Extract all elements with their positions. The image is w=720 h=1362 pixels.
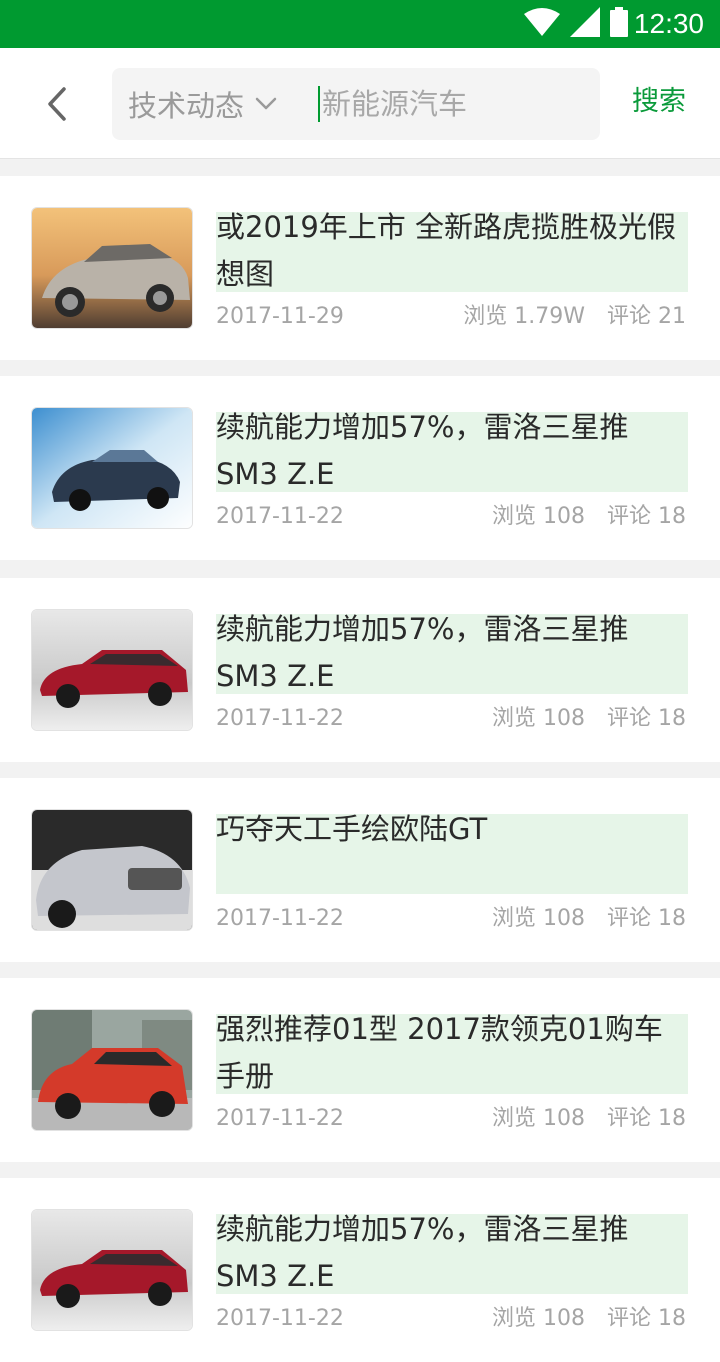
article-comments: 评论 18 — [607, 1306, 686, 1331]
article-title: 强烈推荐01型 2017款领克01购车手册 — [216, 1012, 663, 1093]
wifi-icon — [524, 8, 560, 40]
article-comments: 评论 18 — [607, 706, 686, 731]
article-card[interactable]: 或2019年上市 全新路虎揽胜极光假想图 2017-11-29 浏览 1.79W… — [0, 176, 720, 360]
chevron-left-icon — [48, 87, 66, 121]
status-time: 12:30 — [633, 8, 704, 39]
article-meta: 浏览 108 评论 18 — [492, 1304, 686, 1334]
article-thumbnail — [31, 207, 193, 329]
article-date: 2017-11-22 — [216, 906, 344, 931]
article-card[interactable]: 续航能力增加57%，雷洛三星推SM3 Z.E 2017-11-22 浏览 108… — [0, 376, 720, 560]
article-card[interactable]: 强烈推荐01型 2017款领克01购车手册 2017-11-22 浏览 108 … — [0, 978, 720, 1162]
article-thumbnail — [31, 809, 193, 931]
article-title: 巧夺天工手绘欧陆GT — [216, 812, 488, 846]
article-date: 2017-11-22 — [216, 1306, 344, 1331]
battery-icon — [610, 7, 628, 41]
article-date: 2017-11-22 — [216, 706, 344, 731]
article-thumbnail — [31, 407, 193, 529]
article-comments: 评论 18 — [607, 1106, 686, 1131]
article-card[interactable]: 续航能力增加57%，雷洛三星推SM3 Z.E 2017-11-22 浏览 108… — [0, 1178, 720, 1362]
article-meta: 浏览 108 评论 18 — [492, 502, 686, 532]
article-meta: 浏览 108 评论 18 — [492, 704, 686, 734]
chevron-down-icon — [255, 97, 277, 110]
article-card[interactable]: 续航能力增加57%，雷洛三星推SM3 Z.E 2017-11-22 浏览 108… — [0, 578, 720, 762]
category-dropdown[interactable]: 技术动态 — [128, 68, 278, 140]
search-header: 技术动态 搜索 — [0, 48, 720, 159]
article-views: 浏览 108 — [492, 1106, 585, 1131]
article-title: 续航能力增加57%，雷洛三星推SM3 Z.E — [216, 612, 629, 693]
search-box: 技术动态 — [112, 68, 600, 140]
article-views: 浏览 108 — [492, 504, 585, 529]
status-bar: 12:30 — [0, 0, 720, 48]
article-views: 浏览 108 — [492, 906, 585, 931]
search-button[interactable]: 搜索 — [632, 82, 686, 122]
article-views: 浏览 108 — [492, 1306, 585, 1331]
article-comments: 评论 18 — [607, 906, 686, 931]
article-views: 浏览 108 — [492, 706, 585, 731]
search-input[interactable] — [322, 87, 572, 121]
back-button[interactable] — [30, 78, 82, 130]
article-comments: 评论 21 — [607, 304, 686, 329]
article-views: 浏览 1.79W — [463, 304, 585, 329]
article-meta: 浏览 1.79W 评论 21 — [463, 302, 686, 332]
article-thumbnail — [31, 1009, 193, 1131]
status-icons — [524, 7, 628, 41]
text-caret — [318, 86, 320, 122]
article-date: 2017-11-22 — [216, 504, 344, 529]
category-label: 技术动态 — [128, 89, 245, 123]
article-thumbnail — [31, 1209, 193, 1331]
article-date: 2017-11-29 — [216, 304, 344, 329]
article-comments: 评论 18 — [607, 504, 686, 529]
article-date: 2017-11-22 — [216, 1106, 344, 1131]
article-card[interactable]: 巧夺天工手绘欧陆GT 2017-11-22 浏览 108 评论 18 — [0, 778, 720, 962]
article-thumbnail — [31, 609, 193, 731]
article-meta: 浏览 108 评论 18 — [492, 904, 686, 934]
search-input-wrap — [318, 68, 588, 140]
article-title: 续航能力增加57%，雷洛三星推SM3 Z.E — [216, 1212, 629, 1293]
article-title: 续航能力增加57%，雷洛三星推SM3 Z.E — [216, 410, 629, 491]
article-meta: 浏览 108 评论 18 — [492, 1104, 686, 1134]
article-title: 或2019年上市 全新路虎揽胜极光假想图 — [216, 210, 677, 291]
signal-icon — [570, 7, 600, 41]
